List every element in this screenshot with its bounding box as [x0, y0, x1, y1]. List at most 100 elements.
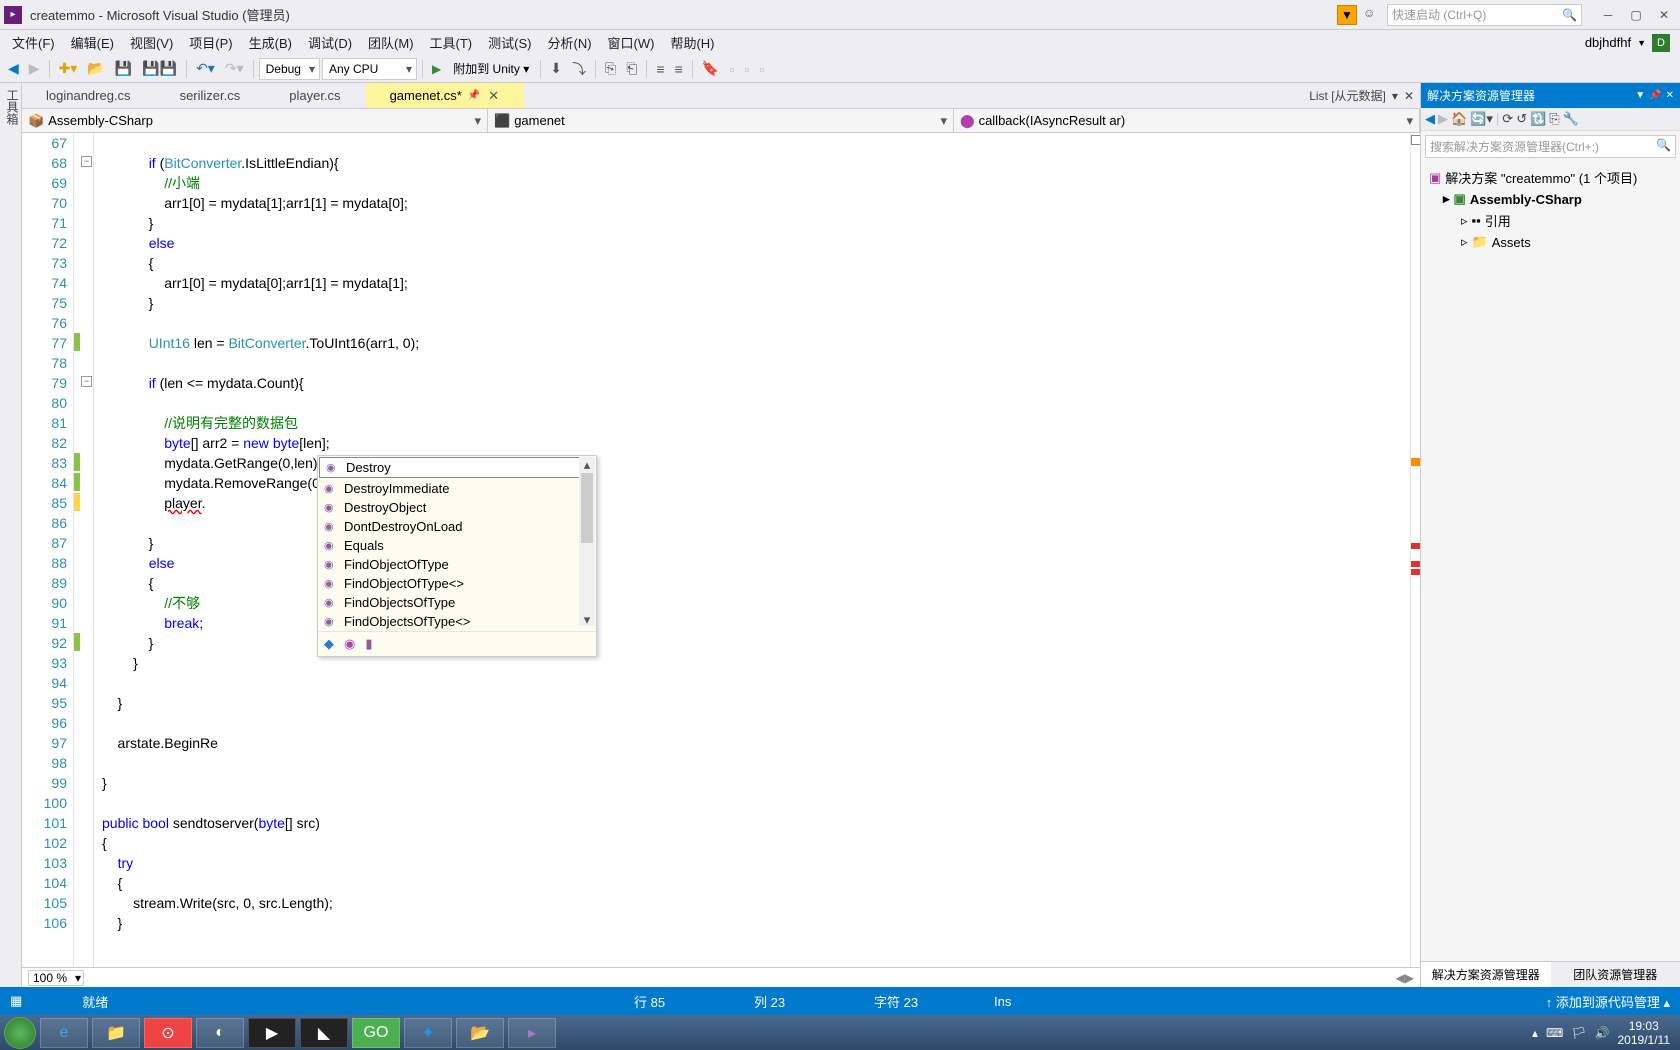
references-node[interactable]: ▹▪▪引用 [1425, 209, 1676, 232]
taskbar-unity-icon[interactable]: ◣ [300, 1018, 348, 1048]
sol-btn[interactable]: ⎘ [1549, 111, 1559, 127]
menu-project[interactable]: 项目(P) [181, 29, 240, 56]
tab-team-explorer[interactable]: 团队资源管理器 [1551, 962, 1680, 987]
zoom-combo[interactable]: 100 % [28, 970, 84, 986]
code-content[interactable]: if (BitConverter.IsLittleEndian){ //小端 a… [94, 133, 1410, 967]
toolbar-btn-g[interactable]: ▫ [755, 59, 768, 79]
pin-icon[interactable]: 📌 [468, 90, 480, 101]
sol-properties-icon[interactable]: 🔧 [1563, 111, 1579, 127]
fold-toggle[interactable]: − [81, 376, 92, 387]
menu-test[interactable]: 测试(S) [480, 29, 539, 56]
filter-icon[interactable]: ◉ [344, 636, 355, 652]
bookmark-icon[interactable]: 🔖 [698, 58, 723, 79]
taskbar-folder-icon[interactable]: 📂 [456, 1018, 504, 1048]
tab-loginandreg[interactable]: loginandreg.cs [22, 83, 156, 108]
member-combo[interactable]: ⬤callback(IAsyncResult ar) [954, 109, 1420, 132]
menu-build[interactable]: 生成(B) [241, 29, 300, 56]
class-combo[interactable]: ⬛gamenet [488, 109, 954, 132]
redo-button[interactable]: ↷▾ [221, 58, 248, 79]
toolbar-btn-a[interactable]: ⎘ [601, 58, 620, 79]
tray-expand-icon[interactable]: ▴ [1532, 1026, 1538, 1040]
intellisense-item[interactable]: ◉DestroyObject [318, 498, 596, 517]
nav-forward-button[interactable]: ▶ [25, 58, 44, 79]
taskbar-app-icon[interactable]: ⊙ [144, 1018, 192, 1048]
system-tray[interactable]: ▴ ⌨ 🏳 🔊 19:03 2019/1/11 [1532, 1019, 1676, 1047]
split-icon[interactable] [1411, 135, 1420, 145]
overview-ruler[interactable] [1410, 133, 1420, 967]
quick-launch-input[interactable]: 快速启动 (Ctrl+Q) 🔍 [1387, 4, 1582, 26]
intellisense-item[interactable]: ◉DontDestroyOnLoad [318, 517, 596, 536]
start-debug-button[interactable]: ▶ [428, 60, 445, 78]
undo-button[interactable]: ↶▾ [192, 58, 219, 79]
sol-back-icon[interactable]: ◀ [1425, 111, 1435, 127]
filter-icon[interactable]: ▮ [365, 636, 372, 652]
tray-lang-icon[interactable]: ⌨ [1546, 1026, 1563, 1040]
taskbar-app-icon[interactable]: ✦ [404, 1018, 452, 1048]
intellisense-item[interactable]: ◉DestroyImmediate [318, 479, 596, 498]
new-project-button[interactable]: ✚▾ [55, 58, 82, 79]
user-account[interactable]: dbjhdfhf ▼ D [1585, 34, 1676, 52]
save-button[interactable]: 💾 [111, 58, 136, 79]
menu-view[interactable]: 视图(V) [122, 29, 181, 56]
close-button[interactable]: ✕ [1652, 5, 1676, 25]
toolbar-btn-c[interactable]: ≡ [652, 59, 668, 79]
platform-combo[interactable]: Any CPU [322, 58, 417, 80]
tray-flag-icon[interactable]: 🏳 [1571, 1026, 1586, 1040]
menu-help[interactable]: 帮助(H) [662, 29, 722, 56]
project-combo[interactable]: 📦Assembly-CSharp [22, 109, 488, 132]
assets-node[interactable]: ▹📁Assets [1425, 232, 1676, 252]
tab-gamenet[interactable]: gamenet.cs* 📌 ✕ [366, 83, 525, 108]
toolbar-btn-b[interactable]: ⎗ [622, 58, 641, 79]
menu-window[interactable]: 窗口(W) [600, 29, 663, 56]
sol-refresh-icon[interactable]: 🔃 [1530, 111, 1546, 127]
sol-fwd-icon[interactable]: ▶ [1438, 111, 1448, 127]
toolbar-btn-e[interactable]: ▫ [725, 59, 738, 79]
config-combo[interactable]: Debug [259, 58, 320, 80]
project-node[interactable]: ▸▣Assembly-CSharp [1425, 189, 1676, 209]
taskbar-explorer-icon[interactable]: 📁 [92, 1018, 140, 1048]
tab-solution-explorer[interactable]: 解决方案资源管理器 [1421, 962, 1551, 987]
sol-btn[interactable]: ↺ [1516, 111, 1527, 127]
taskbar-ie-icon[interactable]: e [40, 1018, 88, 1048]
fold-toggle[interactable]: − [81, 156, 92, 167]
toolbar-btn-d[interactable]: ≡ [671, 59, 687, 79]
sol-home-icon[interactable]: 🏠 [1451, 111, 1467, 127]
start-button[interactable] [4, 1017, 36, 1049]
maximize-button[interactable]: ▢ [1624, 5, 1648, 25]
tab-dropdown-icon[interactable]: ▾ [1392, 89, 1398, 103]
taskbar-app-icon[interactable]: ▶ [248, 1018, 296, 1048]
code-editor[interactable]: 6768697071727374757677787980818283848586… [22, 133, 1420, 967]
menu-debug[interactable]: 调试(D) [300, 29, 360, 56]
tray-volume-icon[interactable]: 🔊 [1595, 1026, 1610, 1040]
source-control[interactable]: ↑ 添加到源代码管理 ▴ [1546, 992, 1670, 1011]
intellisense-item[interactable]: ◉FindObjectOfType [318, 555, 596, 574]
intellisense-item[interactable]: ◉FindObjectsOfType<> [318, 612, 596, 631]
intellisense-item[interactable]: ◉Destroy [319, 457, 595, 478]
close-tab-button[interactable]: ✕ [488, 88, 499, 104]
intellisense-scrollbar[interactable]: ▴ ▾ [579, 457, 595, 626]
feedback-icon[interactable]: ☺ [1363, 6, 1381, 24]
nav-back-button[interactable]: ◀ [4, 58, 23, 79]
taskbar-goland-icon[interactable]: GO [352, 1018, 400, 1048]
intellisense-item[interactable]: ◉FindObjectOfType<> [318, 574, 596, 593]
intellisense-item[interactable]: ◉Equals [318, 536, 596, 555]
toolbar-btn-f[interactable]: ▫ [740, 59, 753, 79]
taskbar-chrome-icon[interactable]: ◐ [196, 1018, 244, 1048]
intellisense-item[interactable]: ◉FindObjectsOfType [318, 593, 596, 612]
toolbox-tab[interactable]: 工具箱 [0, 83, 22, 987]
menu-file[interactable]: 文件(F) [4, 29, 63, 56]
sol-sync-icon[interactable]: 🔄▾ [1470, 111, 1493, 127]
metadata-label[interactable]: List [从元数据] [1309, 87, 1386, 104]
panel-dropdown-icon[interactable]: ▼ [1635, 90, 1645, 101]
step-button-2[interactable]: ⤵ [568, 57, 590, 81]
solution-root[interactable]: ▣解决方案 "createmmo" (1 个项目) [1425, 166, 1676, 189]
step-button-1[interactable]: ⬇ [546, 58, 566, 79]
taskbar-vs-icon[interactable]: ▸ [508, 1018, 556, 1048]
filter-icon[interactable]: ◆ [324, 636, 334, 652]
tab-player[interactable]: player.cs [265, 83, 365, 108]
system-clock[interactable]: 19:03 2019/1/11 [1618, 1019, 1671, 1047]
menu-team[interactable]: 团队(M) [360, 29, 422, 56]
open-file-button[interactable]: 📂 [83, 58, 108, 79]
panel-pin-icon[interactable]: 📌 [1649, 90, 1661, 101]
menu-edit[interactable]: 编辑(E) [63, 29, 122, 56]
